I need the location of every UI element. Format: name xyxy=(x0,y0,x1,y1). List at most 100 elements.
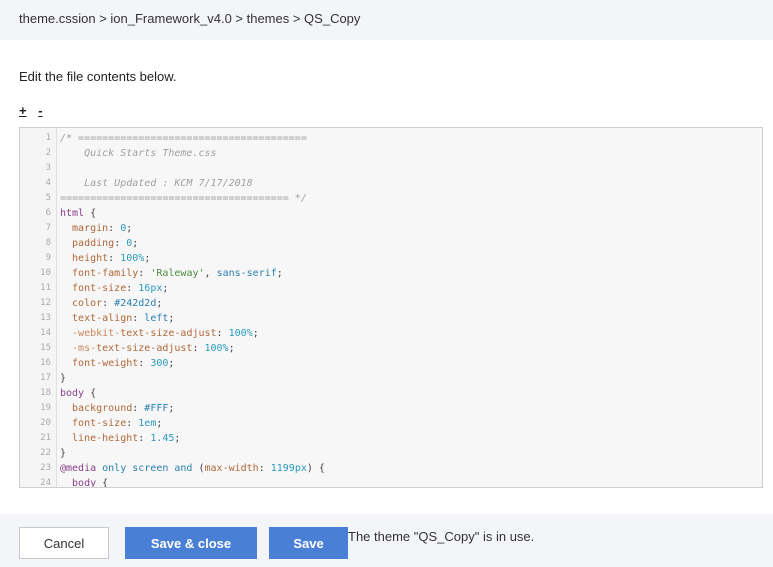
code-token: ; xyxy=(228,343,235,354)
code-token: : xyxy=(108,253,121,264)
line-number: 14 xyxy=(40,328,51,338)
code-token: 'Raleway' xyxy=(150,268,205,279)
code-token: 1.45 xyxy=(150,433,175,444)
code-token: ; xyxy=(132,238,139,249)
code-token: : xyxy=(126,418,139,429)
line-number: 20 xyxy=(40,418,51,428)
code-token: left xyxy=(144,313,169,324)
code-token: ; xyxy=(168,313,175,324)
line-number: 24 xyxy=(40,478,51,488)
code-token: #242d2d xyxy=(114,298,157,309)
save-button[interactable]: Save xyxy=(269,527,348,559)
code-token: { xyxy=(96,478,109,488)
code-token: Last Updated : KCM 7/17/2018 xyxy=(60,178,253,189)
code-token: only screen and xyxy=(96,463,199,474)
code-token: ====================================== *… xyxy=(60,193,307,204)
line-number: 15 xyxy=(40,343,51,353)
code-token: -webkit- xyxy=(60,328,121,339)
code-token: ; xyxy=(156,298,163,309)
line-number: 18 xyxy=(40,388,51,398)
code-line: background: #FFF; xyxy=(60,401,174,416)
line-number: 11 xyxy=(40,283,51,293)
code-token: : xyxy=(216,328,229,339)
line-number: 8 xyxy=(45,238,51,248)
code-token: #FFF xyxy=(144,403,169,414)
code-token: : xyxy=(114,238,127,249)
code-token: max-width xyxy=(204,463,259,474)
code-token: ; xyxy=(174,433,181,444)
code-token: text-align xyxy=(60,313,133,324)
code-token: text-size-adjust xyxy=(96,343,193,354)
code-line: /* =====================================… xyxy=(60,131,307,146)
line-number: 23 xyxy=(40,463,51,473)
code-token: } xyxy=(60,448,67,459)
code-area[interactable]: /* =====================================… xyxy=(57,128,762,487)
code-token: ; xyxy=(144,253,151,264)
code-token: { xyxy=(84,388,97,399)
zoom-in-button[interactable]: + xyxy=(19,103,27,118)
line-number: 21 xyxy=(40,433,51,443)
breadcrumb-bar: theme.cssion > ion_Framework_v4.0 > them… xyxy=(0,0,773,40)
code-token: body xyxy=(60,478,97,488)
code-token: ; xyxy=(168,403,175,414)
code-token: : xyxy=(138,268,151,279)
line-number: 5 xyxy=(45,193,51,203)
line-number: 6 xyxy=(45,208,51,218)
line-number: 17 xyxy=(40,373,51,383)
code-token: : xyxy=(138,433,151,444)
line-number: 9 xyxy=(45,253,51,263)
code-token: { xyxy=(84,208,97,219)
code-token: , xyxy=(204,268,217,279)
code-line: Quick Starts Theme.css xyxy=(60,146,217,161)
code-token: 1199px xyxy=(270,463,307,474)
code-line: font-weight: 300; xyxy=(60,356,174,371)
code-token: ; xyxy=(168,358,175,369)
code-token: html xyxy=(60,208,85,219)
code-token: Quick Starts Theme.css xyxy=(60,148,217,159)
code-line: } xyxy=(60,446,66,461)
instructions-text: Edit the file contents below. xyxy=(19,69,177,84)
code-token: 100% xyxy=(120,253,145,264)
code-token: : xyxy=(108,223,121,234)
code-token: 100% xyxy=(204,343,229,354)
line-number: 2 xyxy=(45,148,51,158)
line-number: 7 xyxy=(45,223,51,233)
code-line: line-height: 1.45; xyxy=(60,431,180,446)
code-token: : xyxy=(132,313,145,324)
code-token: : xyxy=(138,358,151,369)
line-number: 4 xyxy=(45,178,51,188)
save-and-close-button[interactable]: Save & close xyxy=(125,527,257,559)
line-number: 16 xyxy=(40,358,51,368)
code-token: } xyxy=(60,373,67,384)
line-number: 3 xyxy=(45,163,51,173)
code-token: ; xyxy=(162,283,169,294)
code-line: font-size: 1em; xyxy=(60,416,162,431)
zoom-out-button[interactable]: - xyxy=(38,103,42,118)
code-token: body xyxy=(60,388,85,399)
code-line: font-family: 'Raleway', sans-serif; xyxy=(60,266,283,281)
code-token: font-size xyxy=(60,418,127,429)
code-token: /* =====================================… xyxy=(60,133,307,144)
code-line: height: 100%; xyxy=(60,251,150,266)
code-token: line-height xyxy=(60,433,139,444)
code-line: color: #242d2d; xyxy=(60,296,162,311)
code-line: text-align: left; xyxy=(60,311,174,326)
code-token: color xyxy=(60,298,103,309)
code-line: html { xyxy=(60,206,96,221)
line-number: 12 xyxy=(40,298,51,308)
code-token: height xyxy=(60,253,109,264)
code-token: font-size xyxy=(60,283,127,294)
code-line: font-size: 16px; xyxy=(60,281,168,296)
code-token: : xyxy=(132,403,145,414)
code-token: text-size-adjust xyxy=(120,328,217,339)
code-token: : xyxy=(192,343,205,354)
code-token: : xyxy=(258,463,271,474)
cancel-button[interactable]: Cancel xyxy=(19,527,109,559)
code-line: -webkit-text-size-adjust: 100%; xyxy=(60,326,259,341)
line-number-gutter: 1 2 3 4 5 6 7 8 9 10 11 12 13 14 15 16 17 18 19 20 21 22 23 24 xyxy=(20,128,57,487)
code-line: body { xyxy=(60,386,96,401)
code-line: margin: 0; xyxy=(60,221,132,236)
code-editor[interactable]: 1 2 3 4 5 6 7 8 9 10 11 12 13 14 15 16 17 18 19 20 21 22 23 24 … xyxy=(19,127,763,488)
line-number: 22 xyxy=(40,448,51,458)
code-token: ; xyxy=(156,418,163,429)
